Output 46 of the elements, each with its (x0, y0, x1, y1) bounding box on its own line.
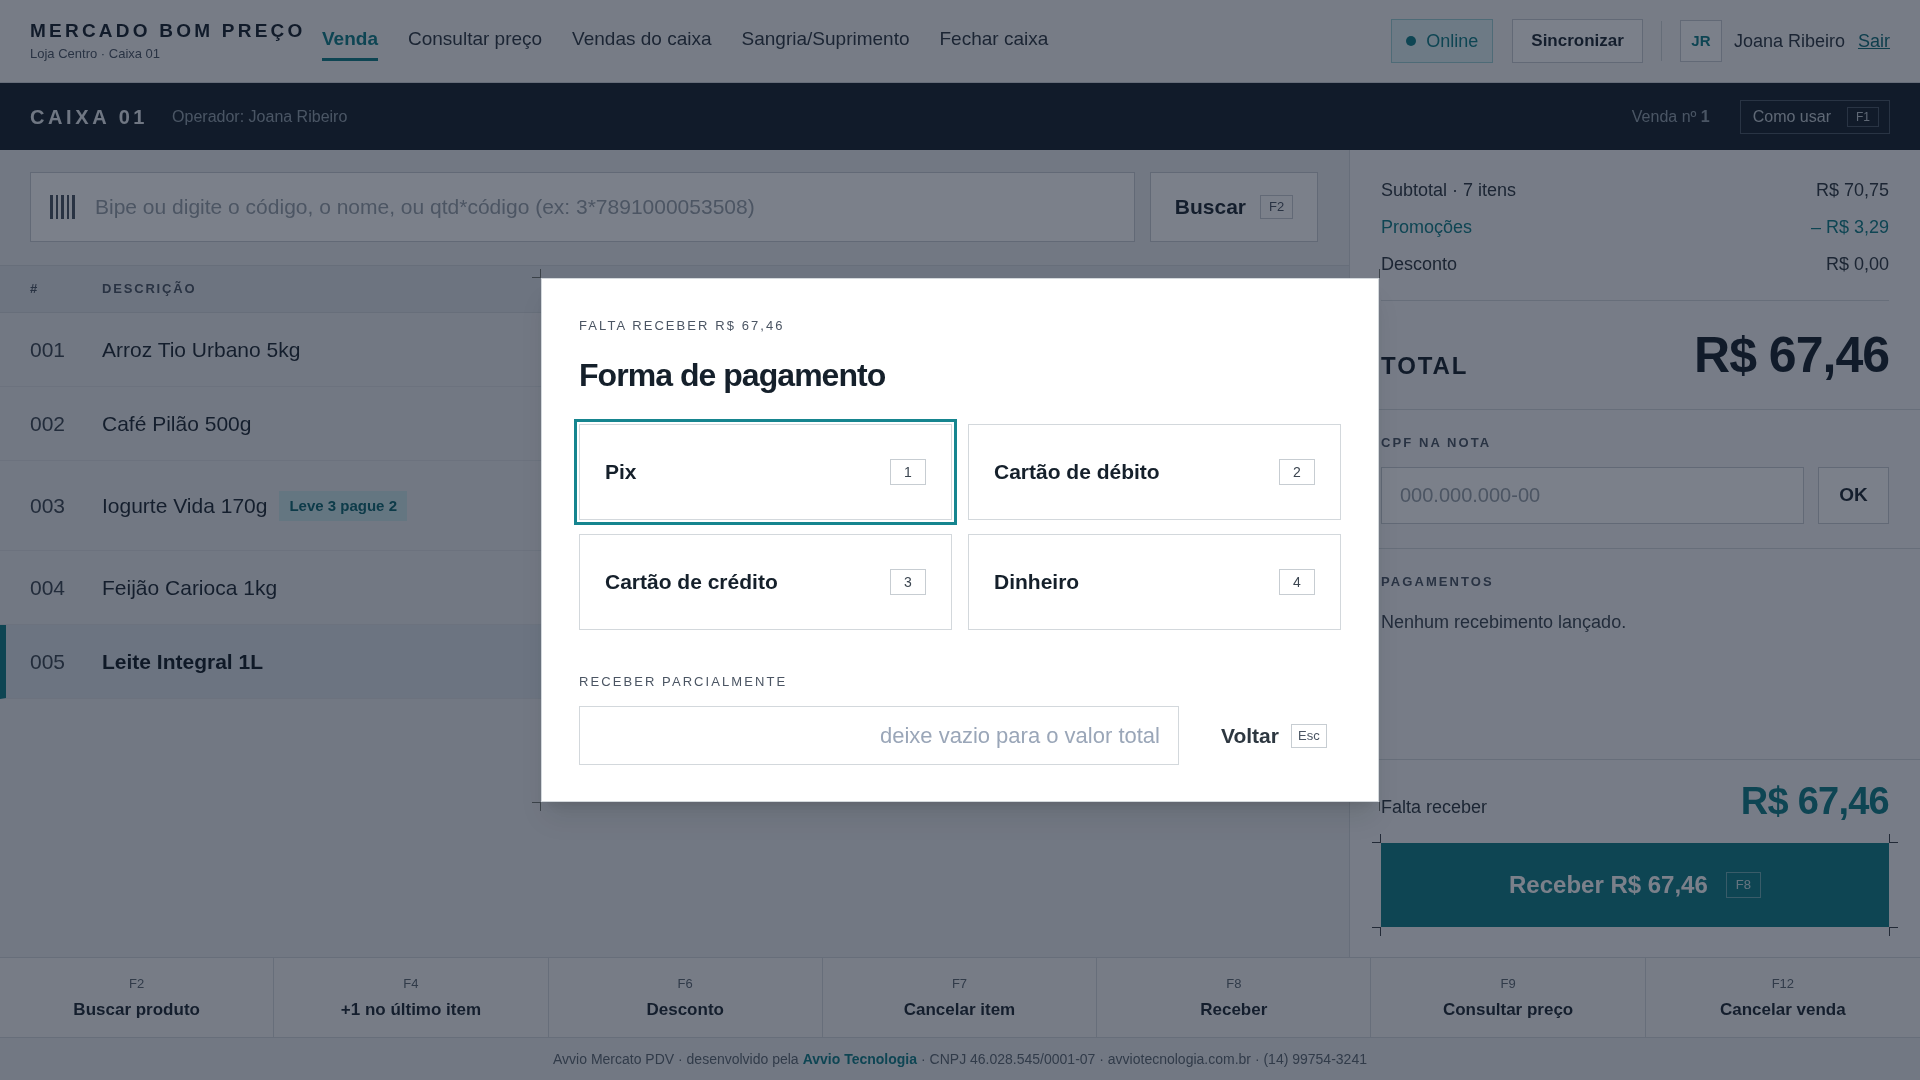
summary-value: R$ 70,75 (1815, 179, 1889, 202)
remaining-label: Falta receber (1381, 796, 1488, 818)
shortcut-key: 1 (890, 459, 926, 485)
operator-label: Operador: Joana Ribeiro (172, 106, 348, 127)
shortcut-key: F1 (1847, 106, 1879, 127)
summary-label: Desconto (1381, 253, 1458, 276)
summary-label: Promoções (1381, 216, 1473, 239)
register-title: CAIXA 01 (30, 104, 149, 130)
shortcut-key: 4 (1279, 569, 1315, 595)
item-number: 001 (30, 336, 67, 363)
total-amount: R$ 67,46 (1694, 326, 1889, 385)
shortcut-key: Esc (1290, 723, 1327, 748)
user-avatar: JR (1679, 20, 1722, 62)
promo-badge: Leve 3 pague 2 (279, 490, 407, 521)
total-label: TOTAL (1381, 351, 1469, 381)
item-description: Iogurte Vida 170g (102, 492, 268, 519)
sale-number: Venda nº 1 (1631, 106, 1710, 127)
item-description: Café Pilão 500g (102, 410, 252, 437)
item-description: Leite Integral 1L (102, 648, 264, 675)
summary-value: – R$ 3,29 (1810, 216, 1889, 239)
dialog-title: Forma de pagamento (579, 356, 887, 395)
store-label: Loja Centro · Caixa 01 (30, 45, 162, 63)
shortcut-key: F2 (1260, 195, 1294, 219)
remaining-amount: R$ 67,46 (1740, 780, 1889, 822)
item-number: 004 (30, 574, 67, 601)
brand-name: MERCADO BOM PREÇO (30, 19, 307, 43)
footer-text: Avvio Mercato PDV · desenvolvido pela Avvio Tecnologia · CNPJ 46.028.545/0001-07 · avviotecnologia.com.br · (14) 99754-3241 (553, 1049, 1367, 1069)
cpf-label: CPF NA NOTA (1381, 434, 1493, 452)
item-description: Arroz Tio Urbano 5kg (102, 336, 301, 363)
shortcut-key: 2 (1279, 459, 1315, 485)
item-number: 002 (30, 410, 67, 437)
status-label: Online (1426, 29, 1479, 53)
column-header: DESCRIÇÃO (102, 280, 197, 299)
summary-value: R$ 0,00 (1825, 253, 1889, 276)
shortcut-key: 3 (890, 569, 926, 595)
item-description: Feijão Carioca 1kg (102, 574, 278, 601)
dialog-eyebrow: FALTA RECEBER R$ 67,46 (579, 317, 786, 335)
payments-label: PAGAMENTOS (1381, 573, 1495, 591)
user-name: Joana Ribeiro (1733, 29, 1845, 53)
payments-empty-text: Nenhum recebimento lançado. (1381, 611, 1628, 633)
item-number: 005 (30, 648, 67, 675)
item-number: 003 (30, 492, 67, 519)
column-header: # (30, 280, 41, 299)
summary-label: Subtotal · 7 itens (1381, 179, 1517, 202)
shortcut-key: F8 (1725, 872, 1761, 898)
partial-label: RECEBER PARCIALMENTE (579, 673, 789, 691)
